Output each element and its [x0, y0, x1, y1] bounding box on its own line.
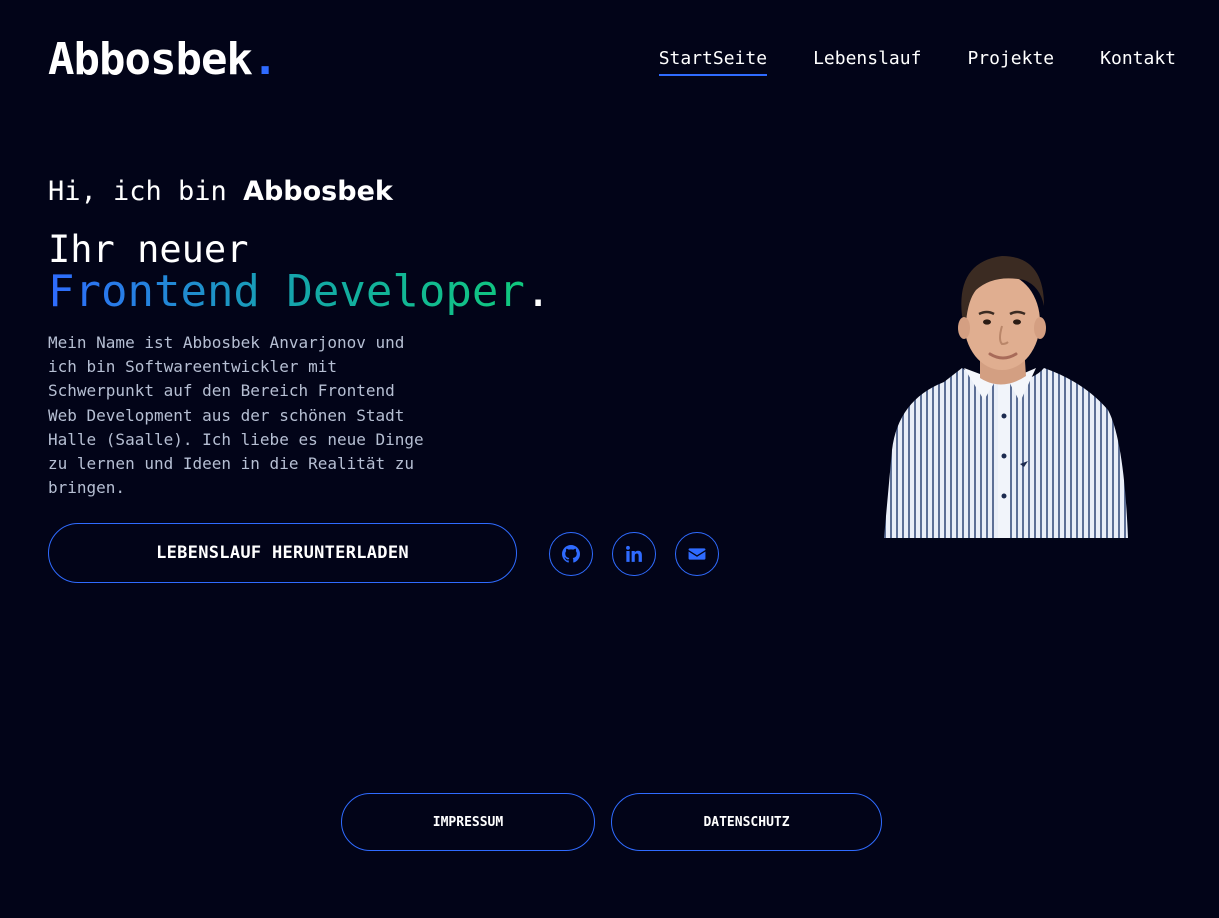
mail-icon — [688, 548, 706, 560]
nav-projekte[interactable]: Projekte — [967, 46, 1054, 76]
nav-kontakt[interactable]: Kontakt — [1100, 46, 1176, 76]
logo-text: Abbosbek — [48, 34, 253, 85]
hero-intro: Mein Name ist Abbosbek Anvarjonov und ic… — [48, 333, 424, 498]
linkedin-icon — [626, 545, 642, 562]
greeting-prefix: Hi, ich bin — [48, 176, 244, 207]
headline-line2: Frontend Developer. — [48, 266, 551, 318]
download-cv-button[interactable]: LEBENSLAUF HERUNTERLADEN — [48, 523, 517, 583]
datenschutz-button[interactable]: DATENSCHUTZ — [611, 793, 882, 851]
hero-greeting: Hi, ich bin Abbosbek — [48, 173, 393, 211]
greeting-name: Abbosbek — [243, 176, 393, 207]
headline-period: . — [524, 266, 552, 317]
profile-photo — [884, 250, 1132, 538]
site-logo[interactable]: Abbosbek. — [48, 32, 278, 88]
github-link[interactable] — [549, 532, 593, 576]
nav-startseite[interactable]: StartSeite — [658, 46, 768, 76]
nav-lebenslauf[interactable]: Lebenslauf — [813, 46, 921, 76]
logo-dot: . — [251, 34, 278, 85]
headline-role: Frontend Developer — [48, 266, 525, 317]
linkedin-link[interactable] — [612, 532, 656, 576]
impressum-button[interactable]: IMPRESSUM — [341, 793, 595, 851]
main-nav: StartSeite Lebenslauf Projekte Kontakt — [658, 46, 1176, 76]
mail-link[interactable] — [675, 532, 719, 576]
github-icon — [562, 545, 580, 563]
